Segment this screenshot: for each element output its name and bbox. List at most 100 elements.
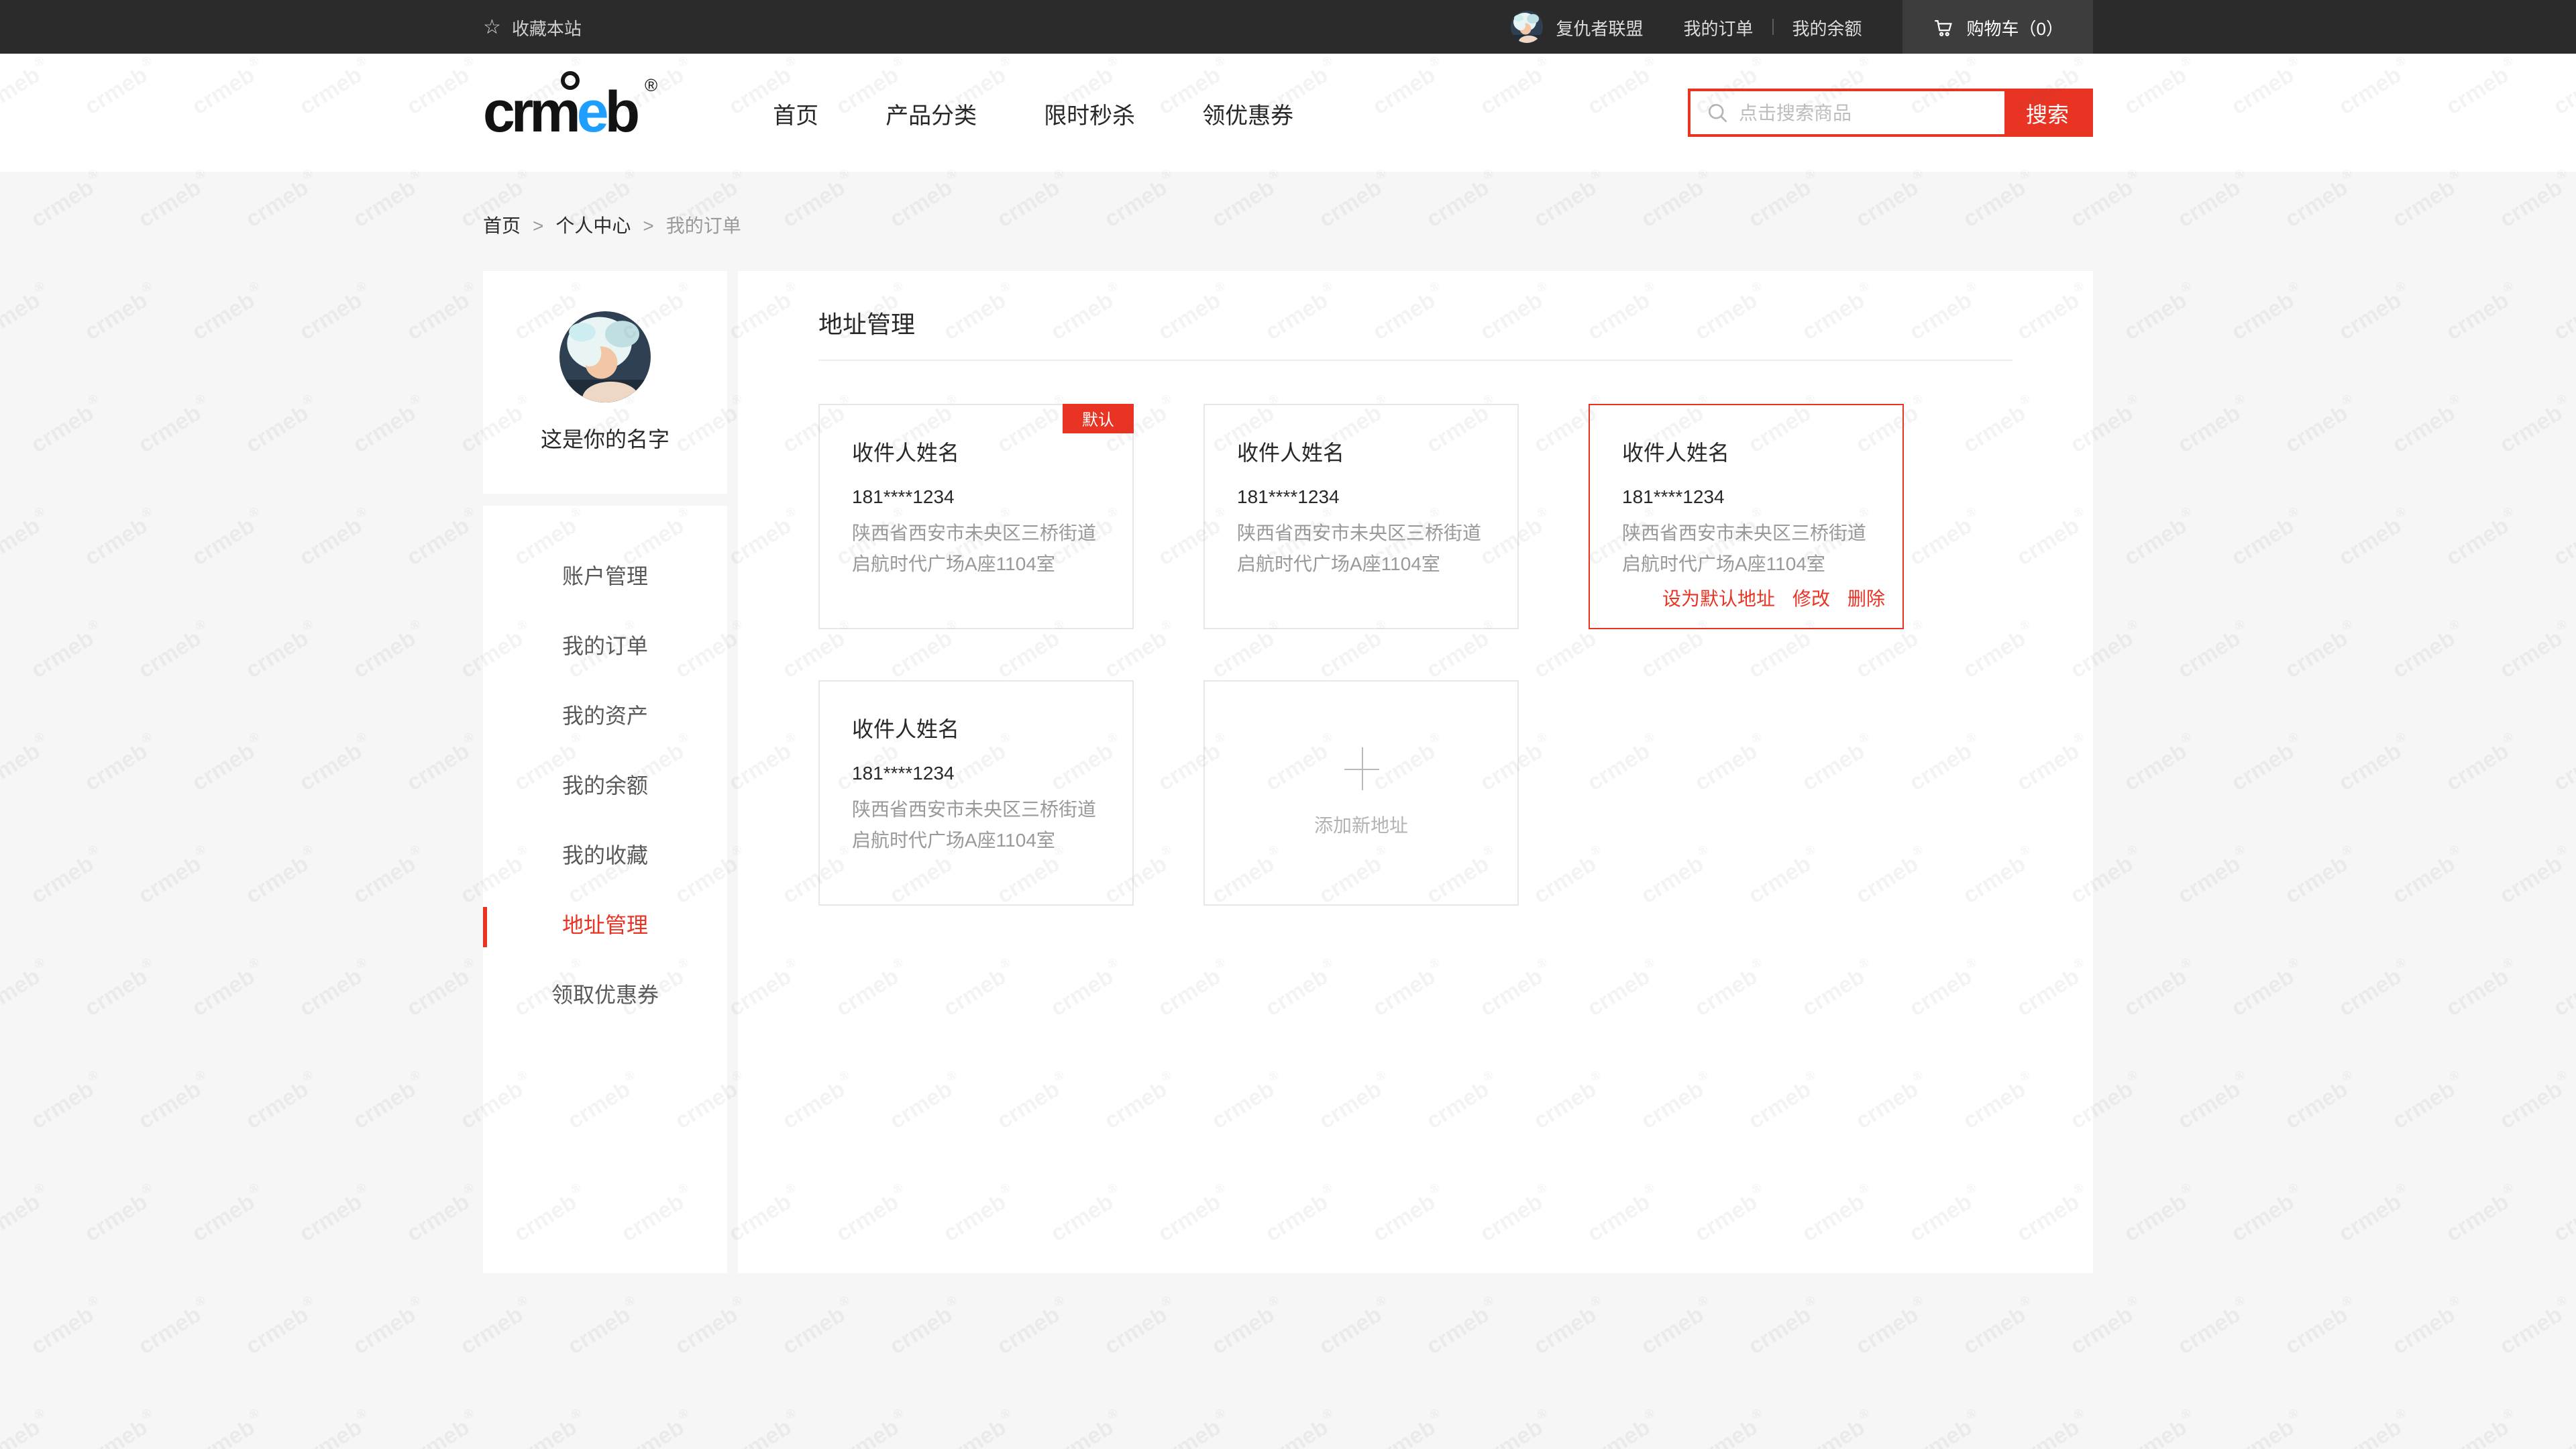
delete-button[interactable]: 删除 [1847,585,1885,612]
watermark-text: crmeb® [132,166,216,234]
watermark-text: crmeb® [78,1406,162,1449]
watermark-text: crmeb® [0,279,55,347]
main-nav: 首页 产品分类 限时秒杀 领优惠券 [773,96,1293,129]
watermark-text: crmeb® [2386,1293,2470,1361]
watermark-text: crmeb® [347,617,431,685]
watermark-text: crmeb® [1044,1406,1128,1449]
sidebar-item-orders[interactable]: 我的订单 [483,613,727,683]
watermark-text: crmeb® [132,1068,216,1136]
cart-button[interactable]: 购物车（0） [1902,0,2093,54]
watermark-text: crmeb® [0,1293,1,1361]
watermark-text: crmeb® [0,730,55,798]
recipient-name: 收件人姓名 [1622,435,1881,467]
avatar [1510,11,1542,43]
watermark-text: crmeb® [186,730,270,798]
sidebar-item-favorites[interactable]: 我的收藏 [483,822,727,892]
watermark-text: crmeb® [2225,504,2309,572]
watermark-text: crmeb® [991,1293,1075,1361]
edit-button[interactable]: 修改 [1792,585,1830,612]
search-input[interactable] [1690,91,2004,134]
watermark-text: crmeb® [2118,730,2202,798]
watermark-text: crmeb® [2547,279,2576,347]
watermark-text: crmeb® [2225,279,2309,347]
watermark-text: crmeb® [1366,1406,1450,1449]
watermark-text: crmeb® [0,166,1,234]
watermark-text: crmeb® [2440,1406,2524,1449]
watermark-text: crmeb® [2332,504,2416,572]
recipient-name: 收件人姓名 [852,711,1111,743]
logo-text-2: e [577,80,605,144]
watermark-text: crmeb® [239,843,323,910]
star-icon: ☆ [483,17,501,37]
breadcrumb-home[interactable]: 首页 [483,212,521,239]
sidebar-item-balance[interactable]: 我的余额 [483,753,727,822]
sidebar-item-coupons[interactable]: 领取优惠券 [483,962,727,1032]
watermark-text: crmeb® [2118,1406,2202,1449]
recipient-phone: 181****1234 [1237,486,1496,507]
watermark-text: crmeb® [2493,392,2576,460]
favorite-site-link[interactable]: ☆ 收藏本站 [483,14,582,40]
watermark-text: crmeb® [2440,730,2524,798]
address-card-selected[interactable]: 收件人姓名 181****1234 陕西省西安市未央区三桥街道启航时代广场A座1… [1589,404,1904,629]
address-card-default[interactable]: 默认 收件人姓名 181****1234 陕西省西安市未央区三桥街道启航时代广场… [818,404,1134,629]
watermark-text: crmeb® [2547,1406,2576,1449]
watermark-text: crmeb® [2386,166,2470,234]
breadcrumb-user-center[interactable]: 个人中心 [555,212,631,239]
watermark-text: crmeb® [2547,955,2576,1023]
address-card[interactable]: 收件人姓名 181****1234 陕西省西安市未央区三桥街道启航时代广场A座1… [818,680,1134,906]
watermark-text: crmeb® [2064,1293,2148,1361]
watermark-text: crmeb® [0,504,55,572]
address-panel: 地址管理 默认 收件人姓名 181****1234 陕西省西安市未央区三桥街道启… [738,271,2093,1273]
nav-item-coupons[interactable]: 领优惠券 [1202,96,1293,129]
watermark-text: crmeb® [293,504,377,572]
watermark-text: crmeb® [1259,1406,1343,1449]
watermark-text: crmeb® [239,617,323,685]
watermark-text: crmeb® [186,955,270,1023]
topbar-orders-link[interactable]: 我的订单 [1683,14,1753,40]
breadcrumb: 首页 > 个人中心 > 我的订单 [483,212,2093,239]
sidebar: 这是你的名字 账户管理 我的订单 我的资产 我的余额 我的收藏 地址管理 领取优… [483,271,727,1273]
watermark-text: crmeb® [1635,1293,1719,1361]
watermark-text: crmeb® [2332,730,2416,798]
watermark-text: crmeb® [400,730,484,798]
watermark-text: crmeb® [400,1406,484,1449]
watermark-text: crmeb® [2118,504,2202,572]
nav-item-categories[interactable]: 产品分类 [885,96,977,129]
breadcrumb-separator: > [643,215,653,236]
add-address-label: 添加新地址 [1314,812,1408,839]
watermark-text: crmeb® [2171,1068,2255,1136]
watermark-text: crmeb® [776,1293,860,1361]
set-default-button[interactable]: 设为默认地址 [1662,585,1775,612]
watermark-text: crmeb® [78,955,162,1023]
site-logo[interactable]: crmeb ® [483,84,657,142]
watermark-text: crmeb® [400,1181,484,1248]
watermark-text: crmeb® [293,730,377,798]
breadcrumb-separator: > [533,215,543,236]
logo-ring-icon [561,70,580,89]
watermark-text: crmeb® [2010,1406,2094,1449]
watermark-text: crmeb® [2279,1068,2363,1136]
watermark-text: crmeb® [669,1293,753,1361]
sidebar-item-addresses[interactable]: 地址管理 [483,892,727,962]
address-card[interactable]: 收件人姓名 181****1234 陕西省西安市未央区三桥街道启航时代广场A座1… [1203,404,1519,629]
watermark-text: crmeb® [186,1406,270,1449]
topbar-balance-link[interactable]: 我的余额 [1792,14,1862,40]
user-menu[interactable]: 复仇者联盟 [1510,11,1643,43]
watermark-text: crmeb® [25,392,109,460]
watermark-text: crmeb® [2386,392,2470,460]
sidebar-item-assets[interactable]: 我的资产 [483,683,727,753]
nav-item-flash-sale[interactable]: 限时秒杀 [1044,96,1135,129]
watermark-text: crmeb® [2493,1068,2576,1136]
sidebar-item-account[interactable]: 账户管理 [483,543,727,613]
add-address-card[interactable]: 添加新地址 [1203,680,1519,906]
watermark-text: crmeb® [2440,955,2524,1023]
watermark-text: crmeb® [2279,843,2363,910]
divider [1772,19,1774,35]
search-box [1690,91,2004,134]
watermark-text: crmeb® [2493,617,2576,685]
watermark-text: crmeb® [2332,1406,2416,1449]
nav-item-home[interactable]: 首页 [773,96,818,129]
search-bar: 搜索 [1688,89,2093,137]
cart-label: 购物车（0） [1967,14,2063,40]
search-button[interactable]: 搜索 [2004,91,2090,134]
